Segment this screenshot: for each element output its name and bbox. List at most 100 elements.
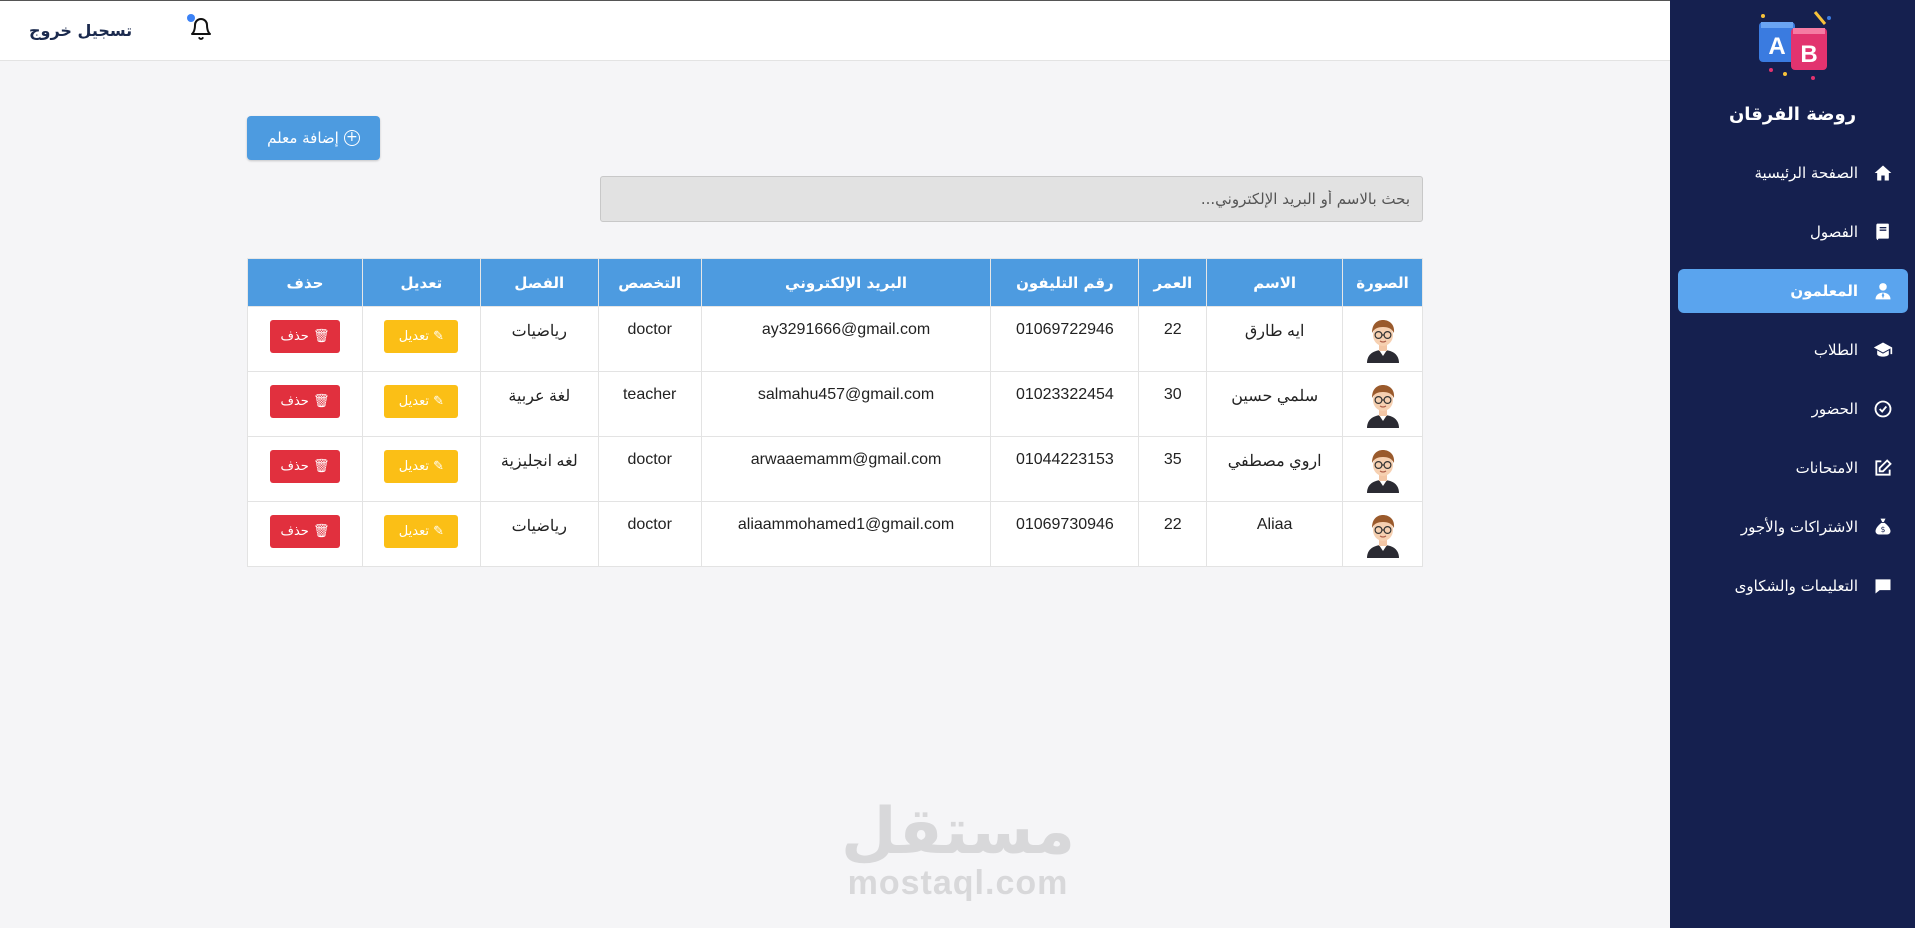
delete-label: حذف xyxy=(280,394,309,409)
book-icon xyxy=(1872,221,1894,243)
header-specialty: التخصص xyxy=(597,258,702,307)
cell-edit: ✎ تعديل xyxy=(361,501,481,567)
sidebar-item-home[interactable]: الصفحة الرئيسية xyxy=(1678,151,1908,195)
header-age: العمر xyxy=(1138,258,1208,307)
cell-phone: 01044223153 xyxy=(990,436,1140,502)
comment-icon xyxy=(1872,575,1894,597)
table-row: Aliaa 22 01069730946 aliaammohamed1@gmai… xyxy=(247,501,1423,567)
sidebar-item-label: المعلمون xyxy=(1790,282,1858,300)
bell-icon[interactable] xyxy=(189,17,213,41)
cell-age: 35 xyxy=(1138,436,1208,502)
sidebar-item-label: الطلاب xyxy=(1813,341,1858,359)
delete-label: حذف xyxy=(280,524,309,539)
edit-icon xyxy=(1872,457,1894,479)
delete-label: حذف xyxy=(280,329,309,344)
table-header-row: الصورة الاسم العمر رقم التليفون البريد ا… xyxy=(247,258,1423,307)
logo-icon: A B xyxy=(1759,11,1831,80)
avatar xyxy=(1366,320,1399,363)
edit-icon: ✎ xyxy=(433,524,445,539)
cell-delete: 🗑 حذف xyxy=(247,371,363,437)
photo-cell xyxy=(1342,306,1423,372)
cell-specialty: doctor xyxy=(597,306,702,372)
sidebar-item-label: الحضور xyxy=(1811,400,1858,418)
watermark-latin: mostaql.com xyxy=(847,864,1069,902)
photo-cell xyxy=(1342,436,1423,502)
table-row: اروي مصطفي 35 01044223153 arwaaemamm@gma… xyxy=(247,436,1423,502)
cell-email: aliaammohamed1@gmail.com xyxy=(700,501,992,567)
edit-label: تعديل xyxy=(398,394,429,409)
cell-email: arwaaemamm@gmail.com xyxy=(700,436,992,502)
check-circle-icon xyxy=(1872,398,1894,420)
header-name: الاسم xyxy=(1206,258,1344,307)
header-class: الفصل xyxy=(479,258,599,307)
sidebar-item-classes[interactable]: الفصول xyxy=(1678,210,1908,254)
graduation-cap-icon xyxy=(1872,339,1894,361)
sidebar-item-students[interactable]: الطلاب xyxy=(1678,328,1908,372)
cell-email: salmahu457@gmail.com xyxy=(700,371,992,437)
cell-delete: 🗑 حذف xyxy=(247,501,363,567)
sidebar: A B روضة الفرقان الصفحة الرئيسية الفصول … xyxy=(1670,0,1915,928)
edit-label: تعديل xyxy=(398,459,429,474)
edit-button[interactable]: ✎ تعديل xyxy=(384,385,459,418)
sidebar-nav: الصفحة الرئيسية الفصول المعلمون الطلاب ا… xyxy=(1678,151,1908,623)
cell-name: Aliaa xyxy=(1206,501,1344,567)
add-teacher-label: إضافة معلم xyxy=(267,129,339,147)
edit-button[interactable]: ✎ تعديل xyxy=(384,450,459,483)
header-phone: رقم التليفون xyxy=(990,258,1140,307)
cell-age: 30 xyxy=(1138,371,1208,437)
edit-button[interactable]: ✎ تعديل xyxy=(384,320,459,353)
sidebar-item-attendance[interactable]: الحضور xyxy=(1678,387,1908,431)
sidebar-item-label: الامتحانات xyxy=(1795,459,1858,477)
cell-delete: 🗑 حذف xyxy=(247,306,363,372)
header-email: البريد الإلكتروني xyxy=(700,258,992,307)
edit-button[interactable]: ✎ تعديل xyxy=(384,515,459,548)
home-icon xyxy=(1872,162,1894,184)
cell-delete: 🗑 حذف xyxy=(247,436,363,502)
delete-button[interactable]: 🗑 حذف xyxy=(269,515,340,548)
header-photo: الصورة xyxy=(1342,258,1423,307)
cell-phone: 01023322454 xyxy=(990,371,1140,437)
photo-cell xyxy=(1342,501,1423,567)
delete-button[interactable]: 🗑 حذف xyxy=(269,450,340,483)
cell-phone: 01069722946 xyxy=(990,306,1140,372)
cell-edit: ✎ تعديل xyxy=(361,371,481,437)
sidebar-item-label: الاشتراكات والأجور xyxy=(1740,518,1858,536)
delete-button[interactable]: 🗑 حذف xyxy=(269,385,340,418)
logout-link[interactable]: تسجيل خروج xyxy=(29,21,132,40)
delete-label: حذف xyxy=(280,459,309,474)
cell-age: 22 xyxy=(1138,306,1208,372)
cell-email: ay3291666@gmail.com xyxy=(700,306,992,372)
sidebar-item-subscriptions[interactable]: $ الاشتراكات والأجور xyxy=(1678,505,1908,549)
add-teacher-button[interactable]: + إضافة معلم xyxy=(247,116,380,160)
header-edit: تعديل xyxy=(361,258,481,307)
cell-specialty: doctor xyxy=(597,436,702,502)
top-bar: تسجيل خروج xyxy=(0,0,1670,61)
watermark-arabic: مستقل xyxy=(840,795,1076,869)
sidebar-item-label: الفصول xyxy=(1810,223,1858,241)
cell-class: لغه انجليزية xyxy=(479,436,599,502)
sidebar-item-teachers[interactable]: المعلمون xyxy=(1678,269,1908,313)
sidebar-item-label: التعليمات والشكاوى xyxy=(1734,577,1858,595)
avatar xyxy=(1366,385,1399,428)
cell-specialty: teacher xyxy=(597,371,702,437)
delete-button[interactable]: 🗑 حذف xyxy=(269,320,340,353)
sidebar-item-complaints[interactable]: التعليمات والشكاوى xyxy=(1678,564,1908,608)
table-row: ايه طارق 22 01069722946 ay3291666@gmail.… xyxy=(247,306,1423,372)
school-name: روضة الفرقان xyxy=(1728,104,1857,125)
edit-label: تعديل xyxy=(398,329,429,344)
trash-icon: 🗑 xyxy=(312,524,330,539)
cell-age: 22 xyxy=(1138,501,1208,567)
teacher-icon xyxy=(1872,280,1894,302)
cell-edit: ✎ تعديل xyxy=(361,436,481,502)
search-input[interactable] xyxy=(600,176,1423,222)
photo-cell xyxy=(1342,371,1423,437)
table-row: سلمي حسين 30 01023322454 salmahu457@gmai… xyxy=(247,371,1423,437)
cell-class: لغة عربية xyxy=(479,371,599,437)
trash-icon: 🗑 xyxy=(312,394,330,409)
money-bag-icon: $ xyxy=(1872,516,1894,538)
header-delete: حذف xyxy=(247,258,363,307)
avatar xyxy=(1366,515,1399,558)
sidebar-item-exams[interactable]: الامتحانات xyxy=(1678,446,1908,490)
cell-name: سلمي حسين xyxy=(1206,371,1344,437)
cell-class: رياضيات xyxy=(479,501,599,567)
